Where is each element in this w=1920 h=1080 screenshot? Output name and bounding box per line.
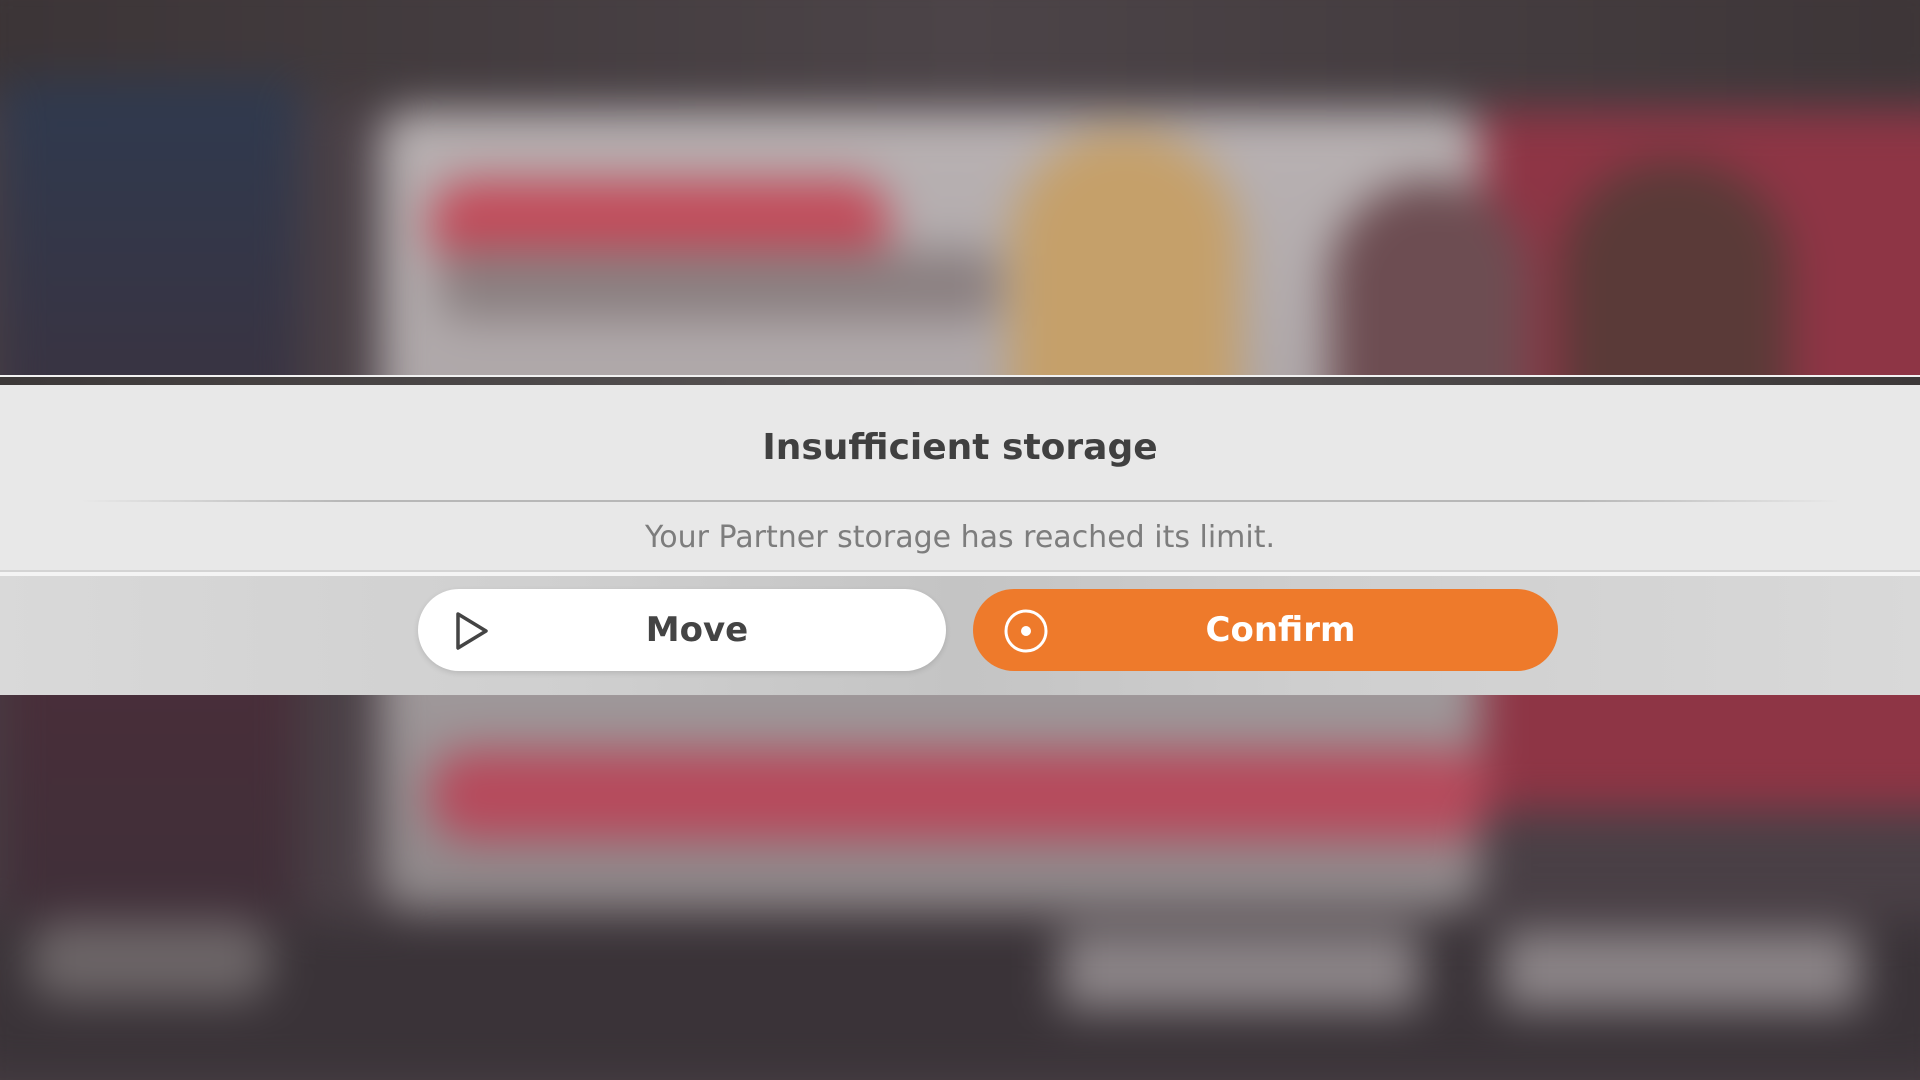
- background-bottom-button-1: [1060, 930, 1420, 1010]
- dialog-message: Your Partner storage has reached its lim…: [644, 520, 1276, 555]
- dialog-title: Insufficient storage: [762, 427, 1158, 468]
- insufficient-storage-dialog: Insufficient storage Your Partner storag…: [0, 375, 1920, 695]
- background-panel-heading: [440, 250, 1000, 320]
- dialog-top-strip: [0, 377, 1920, 385]
- background-bottom-left-element: [30, 920, 270, 1000]
- dialog-footer: [0, 576, 1920, 695]
- game-screen: Insufficient storage Your Partner storag…: [0, 0, 1920, 1080]
- background-red-button: [430, 750, 1490, 840]
- confirm-button[interactable]: Confirm: [973, 589, 1558, 671]
- dialog-body: Insufficient storage Your Partner storag…: [0, 385, 1920, 570]
- move-button-label: Move: [645, 610, 749, 650]
- confirm-button-label: Confirm: [1205, 610, 1356, 650]
- background-bottom-button-2: [1500, 930, 1860, 1010]
- dialog-divider: [80, 500, 1840, 502]
- move-button[interactable]: Move: [418, 589, 946, 671]
